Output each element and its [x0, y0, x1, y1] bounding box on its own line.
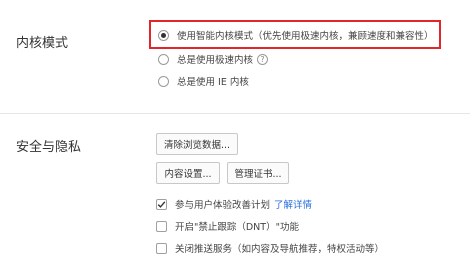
- section-divider: [0, 113, 470, 114]
- checkbox-push-service[interactable]: 关闭推送服务（如内容及导航推荐，特权活动等）: [156, 240, 384, 256]
- learn-more-link[interactable]: 了解详情: [274, 197, 312, 211]
- radio-speed-kernel-label: 总是使用极速内核: [177, 55, 254, 66]
- radio-unselected-icon: [158, 75, 169, 87]
- kernel-mode-label: 内核模式: [16, 36, 69, 51]
- content-settings-button[interactable]: 内容设置...: [156, 162, 220, 184]
- checkbox-checked-icon: [156, 198, 167, 210]
- help-icon[interactable]: ?: [257, 53, 269, 65]
- radio-selected-icon: [158, 29, 169, 41]
- radio-smart-kernel-label: 使用智能内核模式（优先使用极速内核，兼顾速度和兼容性）: [177, 31, 434, 42]
- checkbox-push-service-label: 关闭推送服务（如内容及导航推荐，特权活动等）: [175, 244, 385, 255]
- radio-ie-kernel[interactable]: 总是使用 IE 内核: [158, 73, 249, 89]
- security-privacy-label: 安全与隐私: [16, 140, 82, 155]
- checkbox-ux-program-label: 参与用户体验改善计划: [175, 200, 271, 211]
- settings-page: 内核模式 使用智能内核模式（优先使用极速内核，兼顾速度和兼容性） 总是使用极速内…: [0, 0, 470, 273]
- manage-certificates-button[interactable]: 管理证书...: [227, 162, 289, 184]
- checkbox-dnt-label: 开启"禁止跟踪（DNT）"功能: [175, 222, 299, 233]
- radio-smart-kernel[interactable]: 使用智能内核模式（优先使用极速内核，兼顾速度和兼容性）: [158, 27, 434, 43]
- checkbox-dnt[interactable]: 开启"禁止跟踪（DNT）"功能: [156, 218, 299, 234]
- checkbox-ux-program[interactable]: 参与用户体验改善计划 了解详情: [156, 196, 312, 212]
- checkbox-unchecked-icon: [156, 220, 167, 232]
- radio-speed-kernel[interactable]: 总是使用极速内核 ?: [158, 51, 269, 67]
- radio-ie-kernel-label: 总是使用 IE 内核: [177, 77, 249, 88]
- radio-unselected-icon: [158, 53, 169, 65]
- clear-browsing-data-button[interactable]: 清除浏览数据...: [156, 133, 238, 155]
- checkbox-unchecked-icon: [156, 242, 167, 254]
